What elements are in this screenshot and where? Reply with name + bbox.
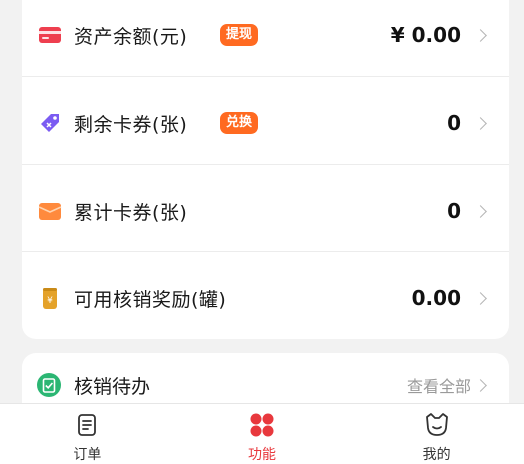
redeem-badge[interactable]: 兑换 xyxy=(220,112,259,134)
card-icon xyxy=(39,27,61,43)
divider xyxy=(22,251,509,252)
chevron-right-icon xyxy=(474,116,487,130)
writeoff-reward-label: 可用核销奖励(罐) xyxy=(74,288,227,311)
tab-mine-label: 我的 xyxy=(422,447,451,463)
total-coupons-value: 0 xyxy=(447,199,461,223)
remaining-coupons-label: 剩余卡券(张) xyxy=(74,113,188,136)
tab-orders[interactable]: 订单 xyxy=(0,404,175,464)
asset-balance-label: 资产余额(元) xyxy=(74,25,188,48)
divider xyxy=(22,164,509,165)
writeoff-reward-row[interactable]: ¥ 可用核销奖励(罐) 0.00 xyxy=(22,254,509,342)
bottom-tab-bar: 订单 功能 我的 xyxy=(0,403,524,464)
svg-text:¥: ¥ xyxy=(47,296,53,306)
asset-card: 资产余额(元) 提现 ¥ 0.00 剩余卡券(张) 兑换 0 累计卡券(张) 0 xyxy=(22,0,509,339)
chevron-right-icon xyxy=(474,378,487,392)
can-icon: ¥ xyxy=(43,288,57,309)
tab-mine[interactable]: 我的 xyxy=(349,404,524,464)
tab-functions[interactable]: 功能 xyxy=(175,404,350,464)
tab-orders-label: 订单 xyxy=(73,447,102,463)
view-all-link[interactable]: 查看全部 xyxy=(407,373,471,397)
chevron-right-icon xyxy=(474,291,487,305)
remaining-coupons-row[interactable]: 剩余卡券(张) 兑换 0 xyxy=(22,79,509,167)
divider xyxy=(22,76,509,77)
todo-check-icon xyxy=(37,373,61,397)
withdraw-badge[interactable]: 提现 xyxy=(220,24,259,46)
coupon-tag-icon xyxy=(41,114,59,132)
asset-balance-row[interactable]: 资产余额(元) 提现 ¥ 0.00 xyxy=(22,0,509,79)
tab-functions-label: 功能 xyxy=(248,447,276,463)
chevron-right-icon xyxy=(474,204,487,218)
chevron-right-icon xyxy=(474,28,487,42)
asset-balance-value: ¥ 0.00 xyxy=(390,23,461,47)
remaining-coupons-value: 0 xyxy=(447,111,461,135)
todo-title: 核销待办 xyxy=(74,375,151,398)
wallet-icon xyxy=(38,203,62,220)
writeoff-reward-value: 0.00 xyxy=(411,286,461,310)
clipboard-icon xyxy=(78,414,97,436)
cat-face-icon xyxy=(425,413,448,436)
grid-dots-icon xyxy=(250,413,274,437)
total-coupons-label: 累计卡券(张) xyxy=(74,201,188,224)
total-coupons-row[interactable]: 累计卡券(张) 0 xyxy=(22,167,509,255)
todo-header[interactable]: 核销待办 查看全部 xyxy=(22,367,509,403)
